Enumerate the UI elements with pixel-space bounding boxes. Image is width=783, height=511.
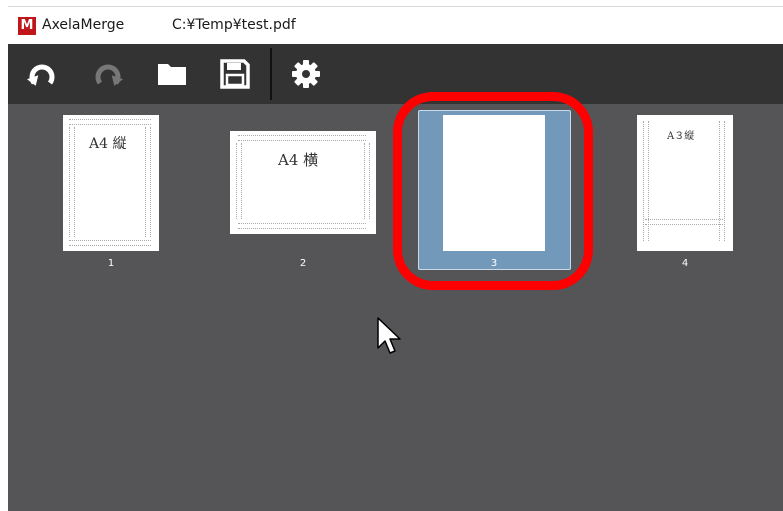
title-bar: M AxelaMerge C:¥Temp¥test.pdf	[8, 6, 783, 44]
save-button[interactable]	[219, 58, 251, 90]
app-logo: M	[18, 17, 36, 35]
page-number: 1	[107, 258, 115, 269]
undo-icon	[27, 64, 55, 86]
page-border-mark	[69, 127, 75, 237]
redo-icon	[95, 64, 123, 86]
undo-button[interactable]	[26, 58, 58, 90]
toolbar	[8, 44, 783, 104]
open-folder-button[interactable]	[156, 58, 188, 90]
settings-button[interactable]	[290, 58, 322, 90]
page-border-mark	[238, 135, 366, 141]
open-folder-icon	[158, 64, 186, 85]
page-border-mark	[364, 143, 370, 219]
page-number: 2	[299, 258, 307, 269]
highlight-annotation	[393, 92, 593, 290]
page-border-mark	[69, 240, 151, 246]
file-path: C:¥Temp¥test.pdf	[172, 17, 296, 33]
page-thumbnail-1[interactable]: A4 縦	[63, 115, 159, 251]
mouse-pointer-icon	[377, 317, 401, 354]
page-border-mark	[238, 223, 366, 229]
settings-gear-icon	[292, 60, 320, 88]
page-label: A4 横	[278, 151, 319, 169]
redo-button[interactable]	[92, 58, 124, 90]
page-thumbnail-2[interactable]: A4 横	[230, 131, 376, 234]
page-label: A３縦	[667, 131, 695, 142]
page-border-mark	[145, 127, 151, 237]
app-title: AxelaMerge	[42, 17, 125, 33]
save-icon	[220, 59, 250, 89]
page-border-mark	[69, 119, 151, 125]
page-label: A4 縦	[89, 136, 127, 152]
page-number: 4	[681, 258, 689, 269]
page-thumbnail-4[interactable]: A３縦	[637, 115, 733, 251]
page-border-mark	[236, 143, 242, 219]
toolbar-separator	[270, 48, 272, 100]
page-border-mark	[719, 121, 725, 241]
page-border-mark	[645, 219, 723, 225]
page-border-mark	[643, 121, 649, 241]
